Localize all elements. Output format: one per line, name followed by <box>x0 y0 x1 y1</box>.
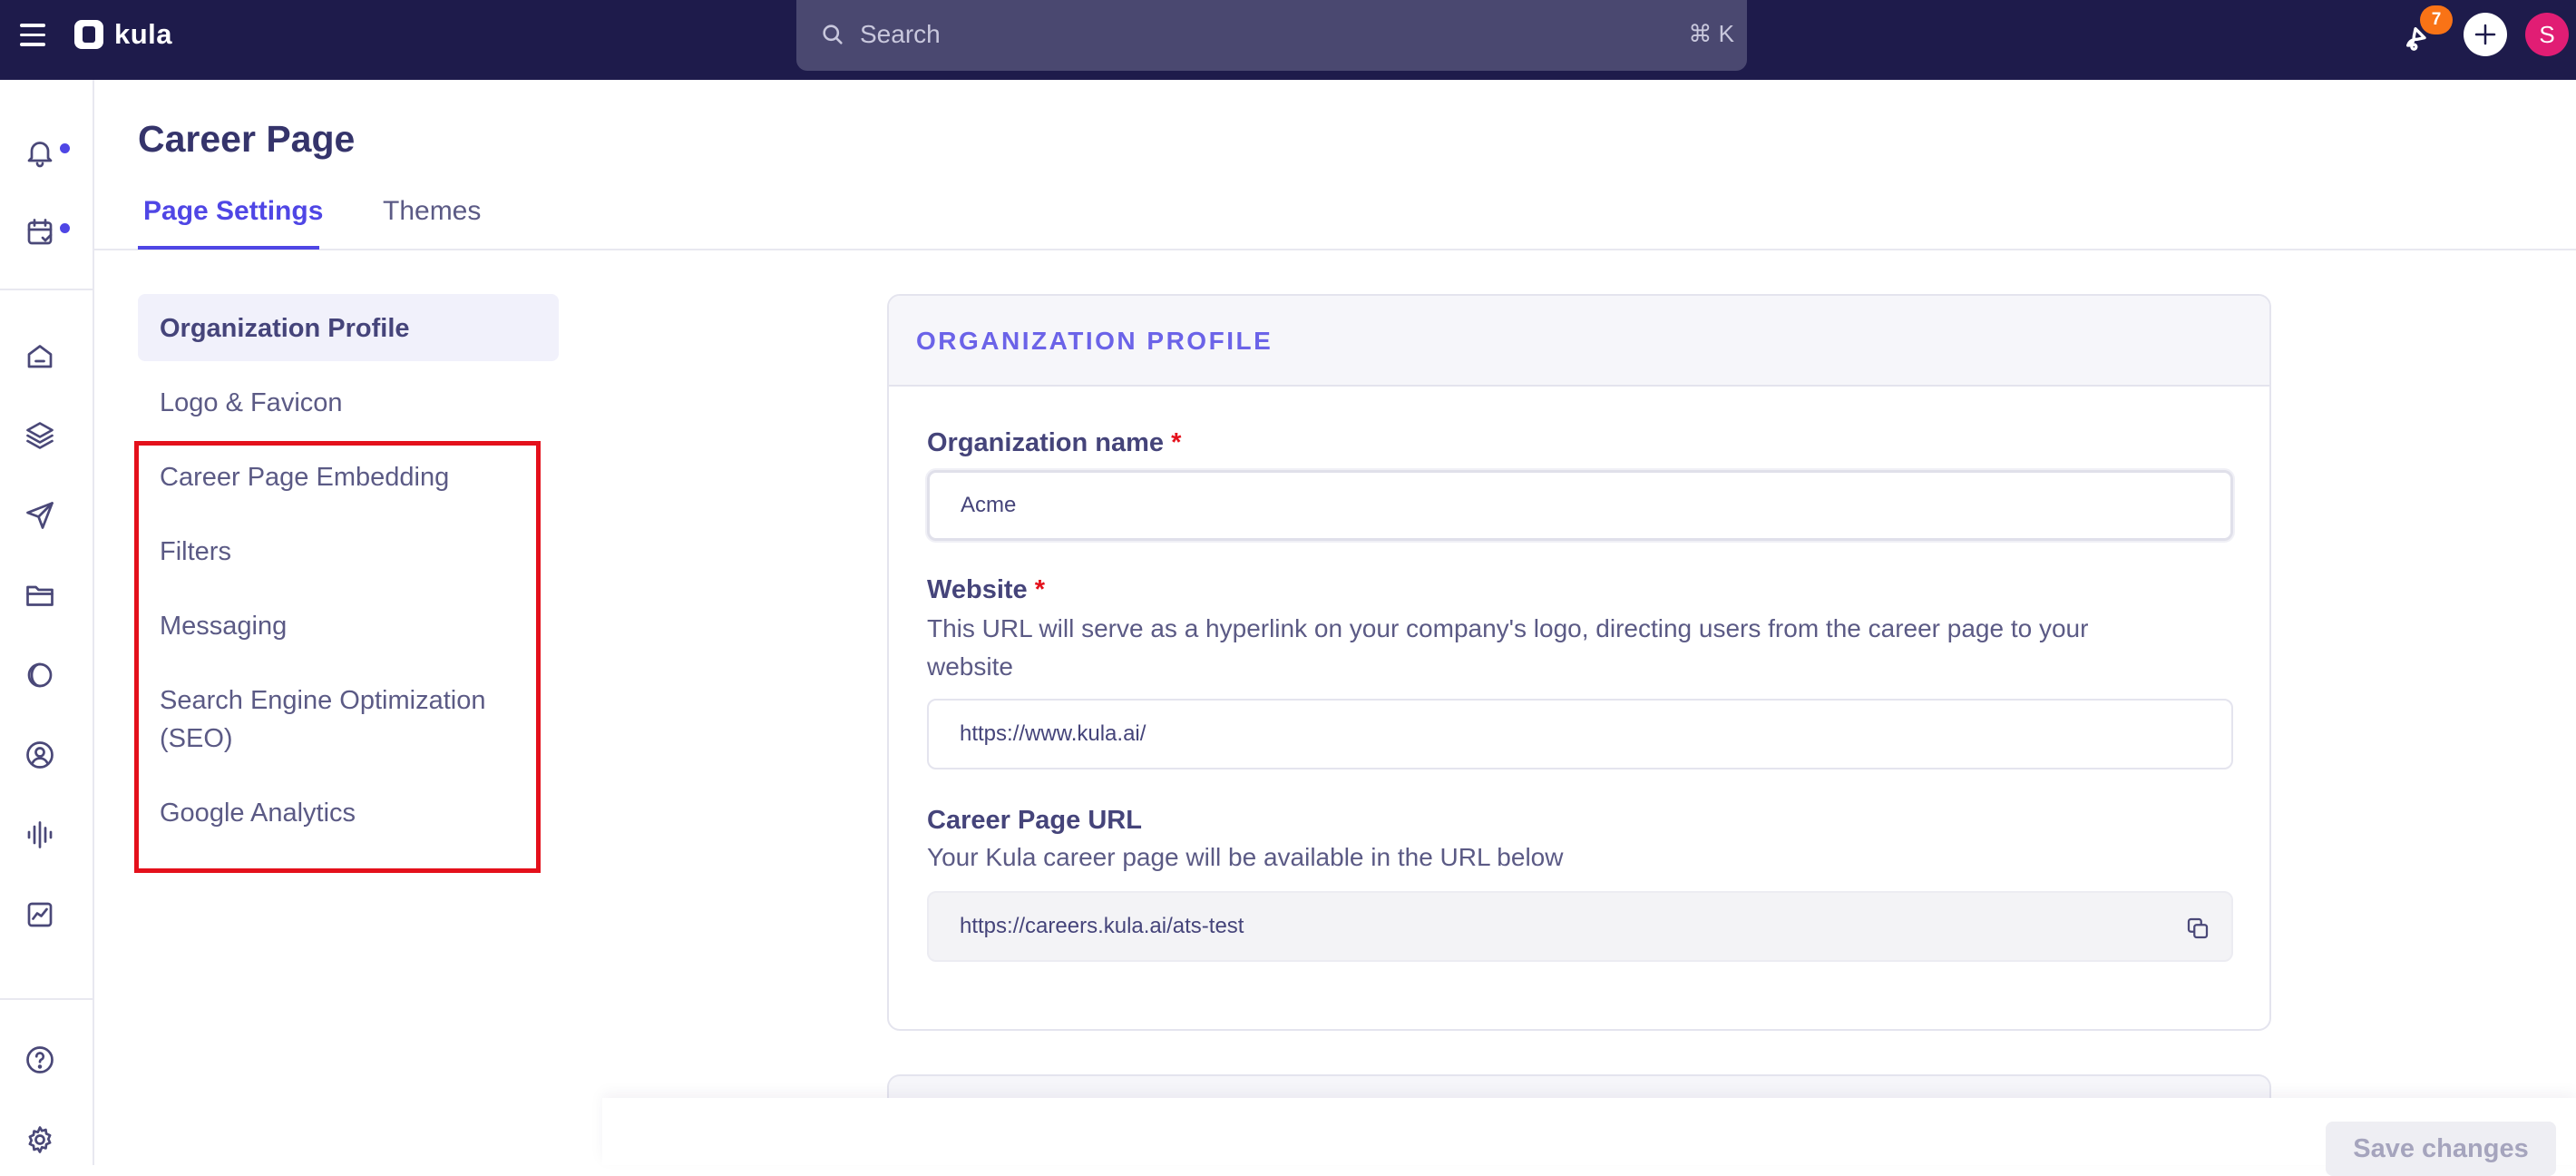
menu-icon[interactable] <box>20 24 47 46</box>
annotation-highlight-box <box>134 441 541 873</box>
layers-icon[interactable] <box>24 419 56 452</box>
bell-icon[interactable] <box>24 136 56 169</box>
half-moon-icon[interactable] <box>24 659 56 691</box>
page-title: Career Page <box>138 118 356 160</box>
search-bar[interactable]: Search ⌘ K <box>796 0 1747 71</box>
brand-logo[interactable]: kula <box>74 18 172 51</box>
organization-name-label-text: Organization name <box>927 428 1165 457</box>
copy-icon[interactable] <box>2184 915 2211 942</box>
analytics-icon[interactable] <box>24 898 56 931</box>
active-tab-indicator <box>138 246 319 250</box>
tab-bar: Page Settings Themes <box>94 192 2576 250</box>
folder-icon[interactable] <box>24 579 56 612</box>
website-description-line2: website <box>927 652 1013 681</box>
website-description: This URL will serve as a hyperlink on yo… <box>927 610 2224 686</box>
gear-icon[interactable] <box>24 1123 56 1156</box>
organization-name-label: Organization name * <box>927 428 1181 458</box>
required-mark: * <box>1171 428 1182 457</box>
add-button[interactable] <box>2464 13 2507 56</box>
notification-badge: 7 <box>2420 5 2453 34</box>
card-header: ORGANIZATION PROFILE <box>889 296 2269 387</box>
top-bar: kula Search ⌘ K 7 S <box>0 0 2576 80</box>
kula-logo-icon <box>74 20 103 49</box>
required-mark: * <box>1034 575 1046 604</box>
user-avatar[interactable]: S <box>2525 13 2569 56</box>
organization-name-input[interactable]: Acme <box>927 470 2233 541</box>
card-title: ORGANIZATION PROFILE <box>916 327 1273 355</box>
left-sidebar <box>0 80 94 1165</box>
website-label: Website * <box>927 575 1045 605</box>
search-placeholder: Search <box>860 20 941 48</box>
user-circle-icon[interactable] <box>24 739 56 771</box>
audio-wave-icon[interactable] <box>24 818 56 851</box>
subnav-item-organization-profile[interactable]: Organization Profile <box>138 294 559 361</box>
website-input[interactable]: https://www.kula.ai/ <box>927 699 2233 769</box>
website-description-line1: This URL will serve as a hyperlink on yo… <box>927 614 2089 642</box>
search-icon <box>823 24 843 44</box>
tab-themes[interactable]: Themes <box>383 196 481 227</box>
brand-name: kula <box>114 18 173 50</box>
career-page-url-description: Your Kula career page will be available … <box>927 843 1564 871</box>
career-page-url-label: Career Page URL <box>927 806 1142 835</box>
search-shortcut-hint: ⌘ K <box>1688 20 1734 47</box>
subnav-item-logo-favicon[interactable]: Logo & Favicon <box>160 388 343 418</box>
footer-bar <box>602 1098 2576 1165</box>
home-icon[interactable] <box>24 339 56 372</box>
calendar-check-icon[interactable] <box>24 216 56 249</box>
sidebar-divider <box>0 998 94 1000</box>
tab-page-settings[interactable]: Page Settings <box>143 196 323 227</box>
career-page-url-field: https://careers.kula.ai/ats-test <box>927 891 2233 962</box>
calendar-unread-dot <box>60 223 70 233</box>
help-icon[interactable] <box>24 1044 56 1076</box>
plus-icon <box>2474 24 2496 45</box>
subnav-item-label: Organization Profile <box>160 314 410 343</box>
send-icon[interactable] <box>24 499 56 532</box>
save-changes-button[interactable]: Save changes <box>2326 1122 2556 1176</box>
website-label-text: Website <box>927 575 1028 604</box>
bell-unread-dot <box>60 143 70 153</box>
sidebar-divider <box>0 289 94 290</box>
career-page-url-value: https://careers.kula.ai/ats-test <box>960 914 1244 938</box>
organization-profile-card: ORGANIZATION PROFILE Organization name *… <box>887 294 2271 1031</box>
